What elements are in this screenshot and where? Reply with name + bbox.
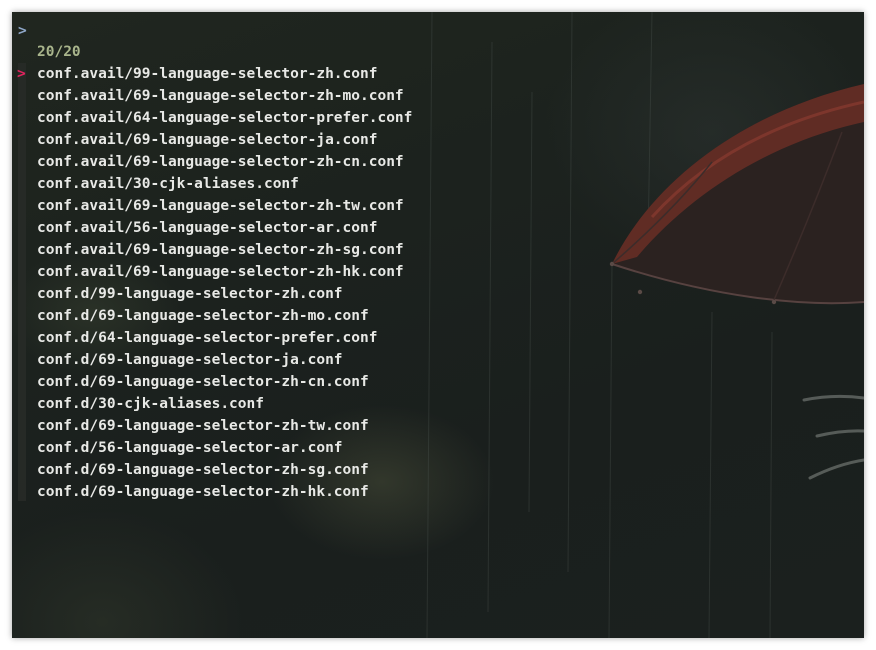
list-item[interactable]: conf.d/69-language-selector-zh-cn.conf	[12, 371, 412, 393]
terminal-window: > 20/20 > conf.avail/99-language-selector…	[12, 12, 864, 638]
list-item-label: conf.avail/56-language-selector-ar.conf	[37, 220, 378, 236]
list-item-label: conf.avail/30-cjk-aliases.conf	[37, 176, 299, 192]
list-item[interactable]: conf.avail/56-language-selector-ar.conf	[12, 217, 412, 239]
list-item[interactable]: conf.d/56-language-selector-ar.conf	[12, 437, 412, 459]
list-item-selected[interactable]: > conf.avail/99-language-selector-zh.conf	[12, 63, 412, 85]
list-item[interactable]: conf.d/64-language-selector-prefer.conf	[12, 327, 412, 349]
list-item-label: conf.d/69-language-selector-zh-tw.conf	[37, 418, 369, 434]
list-item[interactable]: conf.d/99-language-selector-zh.conf	[12, 283, 412, 305]
list-item-label: conf.d/69-language-selector-ja.conf	[37, 352, 343, 368]
list-item-label: conf.avail/69-language-selector-zh-tw.co…	[37, 198, 404, 214]
list-item[interactable]: conf.avail/64-language-selector-prefer.c…	[12, 107, 412, 129]
list-item[interactable]: conf.d/69-language-selector-ja.conf	[12, 349, 412, 371]
list-item-label: conf.d/64-language-selector-prefer.conf	[37, 330, 378, 346]
list-item-label: conf.avail/69-language-selector-ja.conf	[37, 132, 378, 148]
list-item[interactable]: conf.d/69-language-selector-zh-sg.conf	[12, 459, 412, 481]
list-item[interactable]: conf.avail/69-language-selector-zh-mo.co…	[12, 85, 412, 107]
list-item-label: conf.d/69-language-selector-zh-hk.conf	[37, 484, 369, 500]
list-item[interactable]: conf.d/69-language-selector-zh-mo.conf	[12, 305, 412, 327]
list-item-label: conf.avail/69-language-selector-zh-mo.co…	[37, 88, 404, 104]
list-item-label: conf.d/30-cjk-aliases.conf	[37, 396, 264, 412]
list-item[interactable]: conf.avail/69-language-selector-ja.conf	[12, 129, 412, 151]
list-item-label: conf.avail/69-language-selector-zh-hk.co…	[37, 264, 404, 280]
list-item[interactable]: conf.avail/69-language-selector-zh-sg.co…	[12, 239, 412, 261]
list-item-label: conf.d/69-language-selector-zh-sg.conf	[37, 462, 369, 478]
list-item[interactable]: conf.avail/69-language-selector-zh-cn.co…	[12, 151, 412, 173]
list-item-label: conf.d/56-language-selector-ar.conf	[37, 440, 343, 456]
list-item-label: conf.avail/99-language-selector-zh.conf	[37, 66, 378, 82]
selection-pointer-icon: >	[17, 66, 26, 82]
list-item-label: conf.avail/64-language-selector-prefer.c…	[37, 110, 413, 126]
list-item-label: conf.d/69-language-selector-zh-cn.conf	[37, 374, 369, 390]
list-item[interactable]: conf.d/30-cjk-aliases.conf	[12, 393, 412, 415]
list-item-label: conf.avail/69-language-selector-zh-cn.co…	[37, 154, 404, 170]
list-item-label: conf.avail/69-language-selector-zh-sg.co…	[37, 242, 404, 258]
fzf-terminal[interactable]: > 20/20 > conf.avail/99-language-selector…	[12, 12, 864, 638]
prompt-symbol[interactable]: >	[18, 20, 27, 42]
list-item[interactable]: conf.d/69-language-selector-zh-hk.conf	[12, 481, 412, 503]
list-item[interactable]: conf.avail/30-cjk-aliases.conf	[12, 173, 412, 195]
list-item[interactable]: conf.avail/69-language-selector-zh-hk.co…	[12, 261, 412, 283]
list-item-label: conf.d/69-language-selector-zh-mo.conf	[37, 308, 369, 324]
match-counter: 20/20	[37, 44, 81, 60]
list-item[interactable]: conf.avail/69-language-selector-zh-tw.co…	[12, 195, 412, 217]
list-item[interactable]: conf.d/69-language-selector-zh-tw.conf	[12, 415, 412, 437]
result-list: > conf.avail/99-language-selector-zh.conf…	[12, 63, 412, 503]
list-item-label: conf.d/99-language-selector-zh.conf	[37, 286, 343, 302]
